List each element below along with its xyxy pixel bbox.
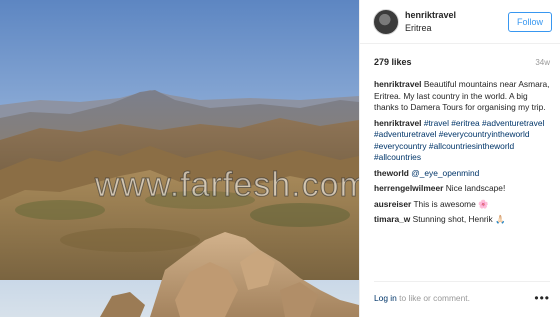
- comment-item: theworld @_eye_openmind: [374, 168, 550, 180]
- comment-username[interactable]: ausreiser: [374, 199, 411, 209]
- instagram-post: www.farfesh.com henriktravel Eritrea Fol…: [0, 0, 560, 317]
- comment-text: Stunning shot, Henrik 🙏🏻: [412, 214, 506, 224]
- mountain-landscape-image: [0, 0, 359, 317]
- avatar[interactable]: [373, 8, 399, 35]
- comment-username[interactable]: henriktravel: [374, 79, 421, 89]
- mention-text[interactable]: @_eye_openmind: [411, 168, 479, 178]
- likes-count[interactable]: 279 likes: [374, 57, 412, 67]
- login-link[interactable]: Log in: [374, 293, 397, 303]
- comment-item: timara_w Stunning shot, Henrik 🙏🏻: [374, 214, 550, 226]
- post-footer: Log in to like or comment. •••: [374, 281, 550, 305]
- comment-text: This is awesome 🌸: [413, 198, 489, 209]
- comment-username[interactable]: timara_w: [374, 214, 410, 224]
- login-prompt: Log in to like or comment.: [374, 284, 470, 303]
- login-prompt-text: to like or comment.: [396, 293, 470, 303]
- comment-username[interactable]: henriktravel: [374, 118, 421, 128]
- comment-username[interactable]: theworld: [374, 168, 409, 178]
- follow-button[interactable]: Follow: [507, 11, 552, 32]
- post-time: 34w: [535, 57, 550, 67]
- post-photo[interactable]: www.farfesh.com: [0, 0, 359, 317]
- comment-item: ausreiser This is awesome 🌸: [374, 199, 550, 211]
- comment-username[interactable]: herrengelwilmeer: [374, 183, 443, 193]
- user-block: henriktravel Eritrea: [405, 9, 508, 35]
- post-sidebar: henriktravel Eritrea Follow 279 likes 34…: [359, 0, 560, 317]
- more-options-icon[interactable]: •••: [534, 282, 550, 305]
- comment-item: henriktravel #travel #eritrea #adventure…: [374, 118, 550, 164]
- comment-text: Nice landscape!: [445, 183, 506, 193]
- username-link[interactable]: henriktravel: [405, 9, 508, 22]
- post-header: henriktravel Eritrea Follow: [360, 0, 560, 44]
- location-link[interactable]: Eritrea: [405, 22, 508, 35]
- post-stats: 279 likes 34w: [360, 44, 560, 67]
- comment-item: herrengelwilmeer Nice landscape!: [374, 183, 550, 195]
- comments-list: henriktravel Beautiful mountains near As…: [360, 67, 560, 226]
- comment-item: henriktravel Beautiful mountains near As…: [374, 79, 550, 114]
